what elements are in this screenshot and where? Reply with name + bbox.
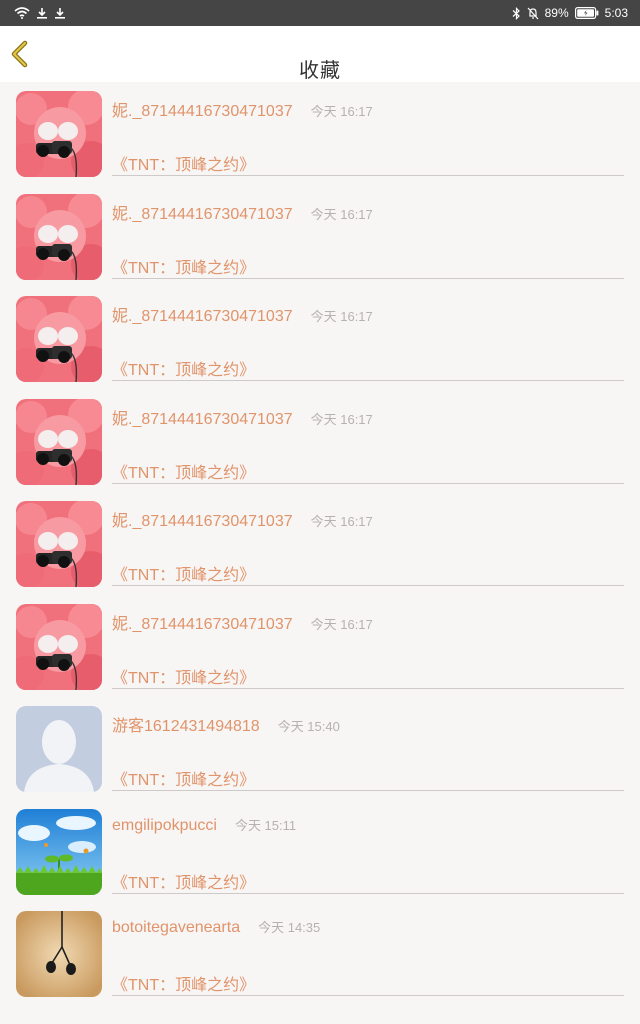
- list-item[interactable]: 妮._87144416730471037 今天 16:17 《TNT：顶峰之约》: [0, 595, 640, 698]
- mute-bell-icon: [527, 7, 539, 20]
- list-item[interactable]: 妮._87144416730471037 今天 16:17 《TNT：顶峰之约》: [0, 287, 640, 390]
- binoculars-avatar-icon[interactable]: [16, 91, 102, 177]
- battery-icon: [574, 7, 599, 19]
- book-title-link[interactable]: 《TNT：顶峰之约》: [112, 971, 255, 995]
- page-title: 收藏: [299, 60, 341, 82]
- binoculars-avatar-icon[interactable]: [16, 296, 102, 382]
- earphones-avatar-icon[interactable]: [16, 911, 102, 997]
- timestamp: 今天 16:17: [310, 411, 373, 427]
- list-item[interactable]: 妮._87144416730471037 今天 16:17 《TNT：顶峰之约》: [0, 492, 640, 595]
- user-name[interactable]: 妮._87144416730471037: [112, 97, 293, 121]
- user-info: 妮._87144416730471037 今天 16:17: [112, 97, 373, 121]
- timestamp: 今天 16:17: [310, 616, 373, 632]
- timestamp: 今天 16:17: [310, 514, 373, 529]
- wifi-icon: [14, 7, 30, 19]
- book-title-link[interactable]: 《TNT：顶峰之约》: [112, 869, 255, 893]
- divider: [112, 995, 624, 996]
- divider: [112, 175, 624, 176]
- binoculars-avatar-icon[interactable]: [16, 398, 102, 485]
- divider: [112, 482, 624, 484]
- list-item[interactable]: emgilipokpucci 今天 15:11 《TNT：顶峰之约》: [0, 800, 640, 903]
- divider: [112, 380, 624, 381]
- user-info: 妮._87144416730471037 今天 16:17: [112, 405, 373, 429]
- list-item[interactable]: botoitegavenearta 今天 14:35 《TNT：顶峰之约》: [0, 902, 640, 1005]
- user-info: 妮._87144416730471037 今天 16:17: [112, 507, 373, 531]
- binoculars-avatar-icon[interactable]: [16, 193, 102, 280]
- user-info: 妮._87144416730471037 今天 16:17: [112, 610, 373, 634]
- user-info: botoitegavenearta 今天 14:35: [112, 917, 320, 937]
- clock: 5:03: [604, 6, 628, 20]
- divider: [112, 687, 624, 689]
- user-name[interactable]: 妮._87144416730471037: [112, 405, 293, 429]
- battery-percent: 89%: [544, 6, 569, 20]
- user-name[interactable]: 妮._87144416730471037: [112, 200, 293, 224]
- timestamp: 今天 16:17: [310, 309, 373, 324]
- download-icon: [36, 7, 48, 19]
- user-name[interactable]: botoitegavenearta: [112, 919, 240, 937]
- divider: [112, 790, 624, 791]
- user-name[interactable]: 妮._87144416730471037: [112, 302, 293, 326]
- divider: [112, 892, 624, 894]
- user-name[interactable]: 妮._87144416730471037: [112, 507, 293, 531]
- timestamp: 今天 15:11: [234, 817, 297, 833]
- book-title-link[interactable]: 《TNT：顶峰之约》: [112, 459, 255, 483]
- timestamp: 今天 16:17: [310, 206, 373, 222]
- timestamp: 今天 16:17: [310, 104, 373, 119]
- status-left: [14, 7, 66, 19]
- sprout-avatar-icon[interactable]: [16, 808, 102, 895]
- user-info: 妮._87144416730471037 今天 16:17: [112, 302, 373, 326]
- user-name[interactable]: emgilipokpucci: [112, 817, 217, 835]
- divider: [112, 585, 624, 586]
- favorites-list: 妮._87144416730471037 今天 16:17 《TNT：顶峰之约》 妮…: [0, 82, 640, 1005]
- user-info: 游客1612431494818 今天 15:40: [112, 712, 340, 736]
- book-title-link[interactable]: 《TNT：顶峰之约》: [112, 766, 255, 790]
- list-item[interactable]: 妮._87144416730471037 今天 16:17 《TNT：顶峰之约》: [0, 185, 640, 288]
- book-title-link[interactable]: 《TNT：顶峰之约》: [112, 664, 255, 688]
- header: 收藏: [0, 26, 640, 82]
- user-name[interactable]: 游客1612431494818: [112, 712, 260, 736]
- list-item[interactable]: 游客1612431494818 今天 15:40 《TNT：顶峰之约》: [0, 697, 640, 800]
- book-title-link[interactable]: 《TNT：顶峰之约》: [112, 151, 255, 175]
- timestamp: 今天 14:35: [258, 920, 321, 935]
- binoculars-avatar-icon[interactable]: [16, 501, 102, 587]
- user-name[interactable]: 妮._87144416730471037: [112, 610, 293, 634]
- status-bar: 89% 5:03: [0, 0, 640, 26]
- book-title-link[interactable]: 《TNT：顶峰之约》: [112, 254, 255, 278]
- user-info: 妮._87144416730471037 今天 16:17: [112, 200, 373, 224]
- timestamp: 今天 15:40: [277, 719, 340, 734]
- list-item[interactable]: 妮._87144416730471037 今天 16:17 《TNT：顶峰之约》: [0, 390, 640, 493]
- book-title-link[interactable]: 《TNT：顶峰之约》: [112, 561, 255, 585]
- default-user-avatar-icon[interactable]: [16, 706, 102, 792]
- book-title-link[interactable]: 《TNT：顶峰之约》: [112, 356, 255, 380]
- divider: [112, 277, 624, 279]
- bluetooth-icon: [512, 6, 521, 20]
- status-right: 89% 5:03: [512, 6, 628, 20]
- user-info: emgilipokpucci 今天 15:11: [112, 815, 296, 835]
- binoculars-avatar-icon[interactable]: [16, 603, 102, 690]
- download-icon: [54, 7, 66, 19]
- list-item[interactable]: 妮._87144416730471037 今天 16:17 《TNT：顶峰之约》: [0, 82, 640, 185]
